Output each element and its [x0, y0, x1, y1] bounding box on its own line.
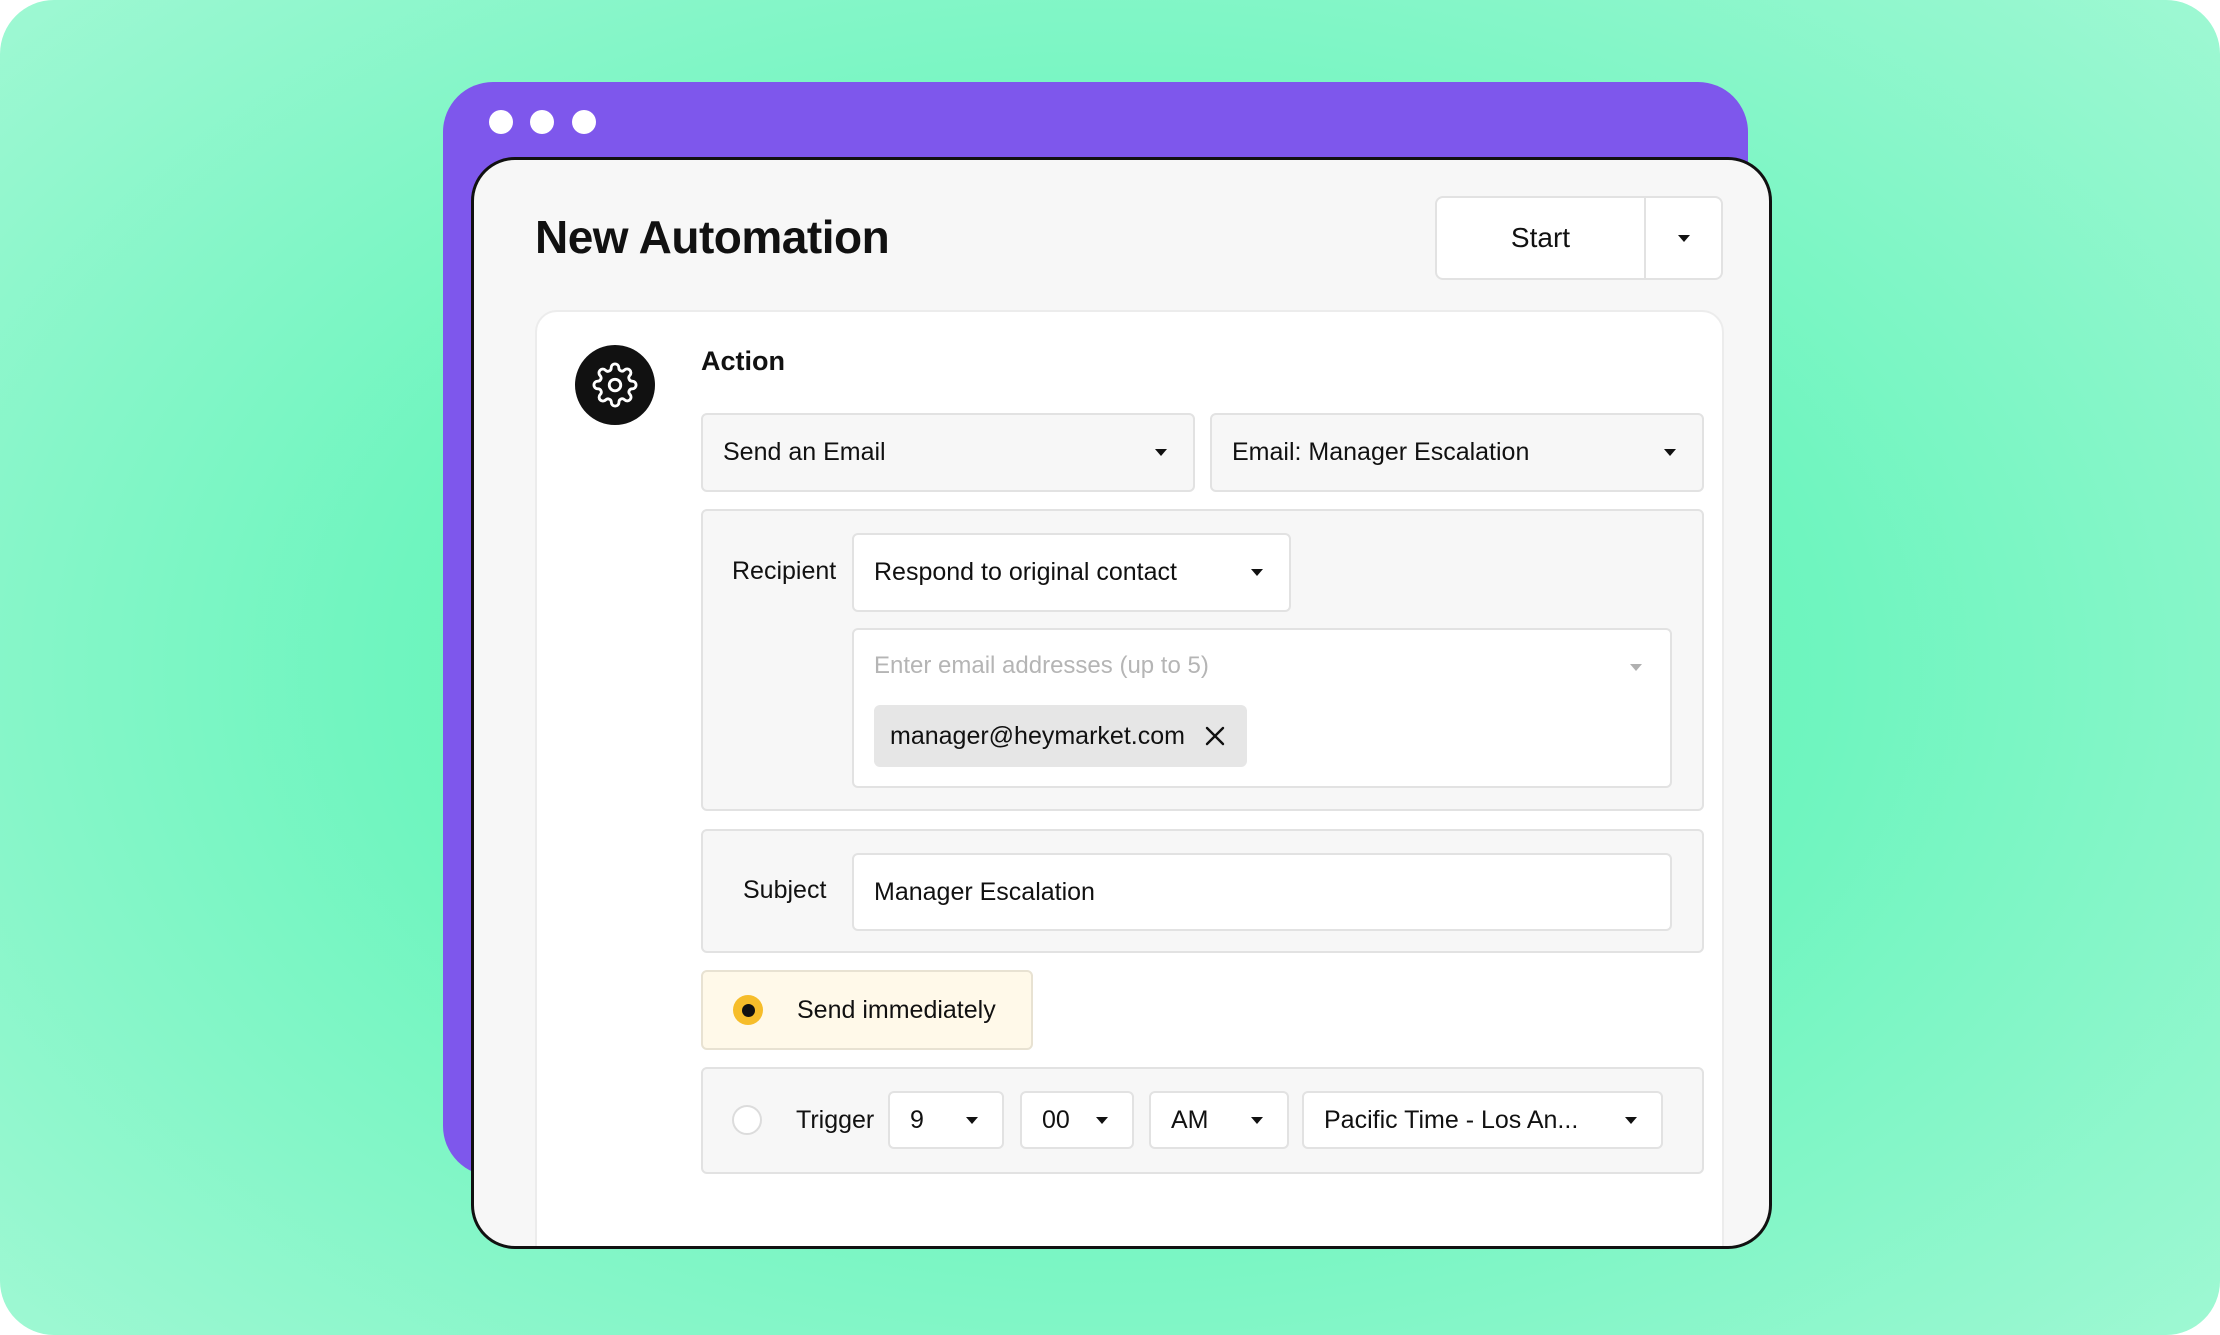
action-card: Action Send an Email Email: Manager Esca…: [535, 310, 1724, 1246]
trigger-hour-select[interactable]: 9: [888, 1091, 1004, 1149]
close-icon[interactable]: [1203, 724, 1227, 748]
start-options-button[interactable]: [1646, 198, 1721, 278]
chevron-down-icon[interactable]: [1630, 664, 1642, 671]
chevron-down-icon: [1251, 569, 1263, 576]
trigger-hour-value: 9: [910, 1105, 924, 1134]
recipient-mode-select[interactable]: Respond to original contact: [852, 533, 1291, 612]
window-dot-3: [572, 110, 596, 134]
email-template-select[interactable]: Email: Manager Escalation: [1210, 413, 1704, 492]
window-dot-1: [489, 110, 513, 134]
send-immediately-radio[interactable]: [733, 995, 763, 1025]
email-chip: manager@heymarket.com: [874, 705, 1247, 767]
action-heading: Action: [701, 346, 785, 376]
subject-input[interactable]: Manager Escalation: [852, 853, 1672, 931]
chevron-down-icon: [1155, 449, 1167, 456]
chevron-down-icon: [1677, 234, 1690, 242]
email-addresses-placeholder: Enter email addresses (up to 5): [874, 652, 1209, 679]
trigger-panel: Trigger 9 00 AM Pacific Time - Los An...: [701, 1067, 1704, 1174]
gear-icon: [575, 345, 655, 425]
trigger-timezone-value: Pacific Time - Los An...: [1324, 1105, 1579, 1134]
recipient-mode-value: Respond to original contact: [874, 558, 1177, 586]
trigger-minute-value: 00: [1042, 1105, 1070, 1134]
window-dot-2: [530, 110, 554, 134]
chevron-down-icon: [1664, 449, 1676, 456]
send-immediately-label: Send immediately: [797, 995, 996, 1024]
email-template-value: Email: Manager Escalation: [1232, 438, 1530, 466]
action-type-select[interactable]: Send an Email: [701, 413, 1195, 492]
send-immediately-option[interactable]: Send immediately: [701, 970, 1033, 1050]
trigger-minute-select[interactable]: 00: [1020, 1091, 1134, 1149]
chevron-down-icon: [1625, 1116, 1637, 1124]
trigger-radio[interactable]: [732, 1105, 762, 1135]
start-button[interactable]: Start: [1437, 198, 1646, 278]
trigger-label: Trigger: [796, 1105, 875, 1134]
action-type-value: Send an Email: [723, 438, 886, 466]
email-chip-label: manager@heymarket.com: [890, 721, 1185, 750]
chevron-down-icon: [1096, 1116, 1108, 1124]
start-split-button: Start: [1435, 196, 1723, 280]
automation-window: New Automation Start Action Send an Emai…: [471, 157, 1772, 1249]
email-addresses-input[interactable]: Enter email addresses (up to 5) manager@…: [852, 628, 1672, 788]
trigger-timezone-select[interactable]: Pacific Time - Los An...: [1302, 1091, 1663, 1149]
recipient-label: Recipient: [732, 557, 837, 585]
subject-panel: Subject Manager Escalation: [701, 829, 1704, 953]
chevron-down-icon: [966, 1116, 978, 1124]
page-title: New Automation: [535, 211, 890, 263]
trigger-period-select[interactable]: AM: [1149, 1091, 1289, 1149]
background: New Automation Start Action Send an Emai…: [0, 0, 2220, 1335]
trigger-period-value: AM: [1171, 1105, 1209, 1134]
recipient-panel: Recipient Respond to original contact En…: [701, 509, 1704, 811]
trigger-option[interactable]: Trigger: [732, 1091, 874, 1149]
subject-label: Subject: [743, 876, 827, 904]
chevron-down-icon: [1251, 1116, 1263, 1124]
